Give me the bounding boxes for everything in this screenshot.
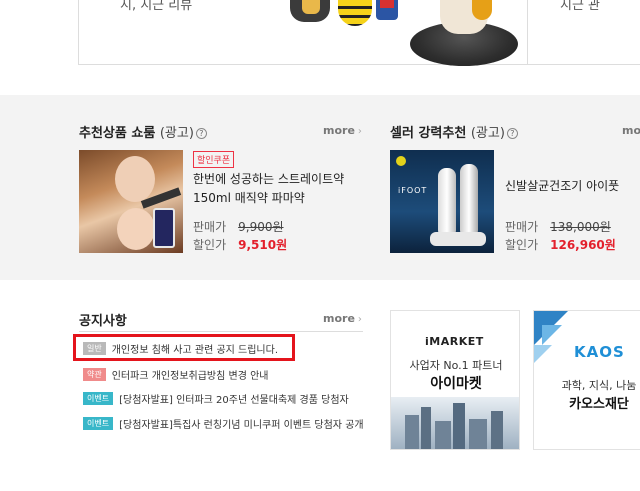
notice-title: 공지사항 xyxy=(79,314,127,329)
city-skyline-image xyxy=(391,397,519,449)
product-price-row: 판매가 9,900원 xyxy=(193,220,284,234)
product-name-link[interactable]: 신발살균건조기 아이풋 xyxy=(505,177,619,196)
top-banner-text-left: 지, 지근 리뷰 xyxy=(120,0,193,13)
top-banner-divider xyxy=(527,0,528,65)
notice-item[interactable]: 이벤트 [당첨자발표] 인터파크 20주년 선물대축제 경품 당첨자 xyxy=(83,391,349,406)
product-image-ifoot[interactable]: iFOOT xyxy=(390,150,494,253)
coupon-badge: 할인쿠폰 xyxy=(193,151,235,168)
notice-more-link[interactable]: more › xyxy=(323,312,362,325)
product-price-row: 판매가 138,000원 xyxy=(505,220,611,234)
recommend-more-link[interactable]: more › xyxy=(323,124,362,137)
kaos-logo: KAOS xyxy=(574,343,625,361)
notice-tag: 약관 xyxy=(83,367,106,381)
seller-more-link[interactable]: mo xyxy=(622,124,640,137)
notice-tag: 이벤트 xyxy=(83,416,114,430)
notice-item[interactable]: 약관 인터파크 개인정보취급방침 변경 안내 xyxy=(83,367,268,382)
seller-title: 셀러 강력추천 (광고)? xyxy=(390,122,518,141)
top-banner-strip: 지, 지근 리뷰 지근 관 xyxy=(0,0,640,95)
figure-image xyxy=(302,0,320,14)
figure-image xyxy=(472,0,492,20)
recommend-title: 추천상품 쇼룸 (광고)? xyxy=(79,122,207,141)
product-name-link[interactable]: 한번에 성공하는 스트레이트약 150ml 매직약 파마약 xyxy=(193,170,344,208)
notice-tag: 이벤트 xyxy=(83,391,114,405)
product-sale-row: 할인가 9,510원 xyxy=(193,238,288,252)
imarket-logo: iMARKET xyxy=(425,335,484,348)
partner-banner-imarket[interactable]: iMARKET 사업자 No.1 파트너 아이마켓 xyxy=(390,310,520,450)
chevron-right-icon: › xyxy=(357,314,362,325)
help-icon[interactable]: ? xyxy=(195,128,207,139)
brand-logo-icon xyxy=(396,156,406,166)
figure-image xyxy=(380,0,394,8)
help-icon[interactable]: ? xyxy=(506,128,518,139)
partner-banner-kaos[interactable]: KAOS 과학, 지식, 나눔 카오스재단 xyxy=(533,310,640,450)
product-image-straight-perm[interactable] xyxy=(79,150,183,253)
top-banner-text-right: 지근 관 xyxy=(560,0,601,13)
highlight-annotation-box xyxy=(73,334,295,361)
product-sale-row: 할인가 126,960원 xyxy=(505,238,616,252)
divider xyxy=(79,331,363,332)
notice-item[interactable]: 이벤트 [당첨자발표]특집사 런칭기념 미니쿠퍼 이벤트 당첨자 공개 xyxy=(83,416,364,431)
chevron-right-icon: › xyxy=(357,126,362,137)
